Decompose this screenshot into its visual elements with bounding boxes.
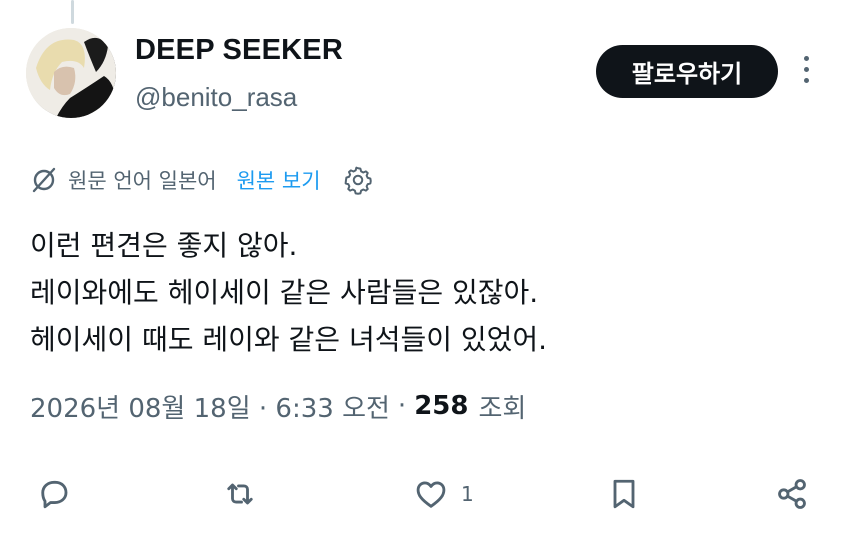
more-vertical-icon[interactable] — [796, 56, 816, 90]
action-bar: 1 — [0, 466, 850, 522]
reply-icon — [41, 480, 68, 509]
timestamp[interactable]: 2026년 08월 18일 · 6:33 오전 — [30, 388, 390, 425]
share-button[interactable] — [774, 466, 810, 522]
translate-slash-icon — [32, 167, 56, 193]
translation-info: 원문 언어 일본어 — [68, 169, 217, 193]
tweet-line: 이런 편견은 좋지 않아. — [30, 229, 298, 262]
views-count: 258 — [414, 391, 469, 421]
follow-button[interactable]: 팔로우하기 — [596, 45, 778, 98]
translation-row: 원문 언어 일본어 원본 보기 — [30, 162, 373, 198]
like-count: 1 — [461, 482, 474, 506]
tweet-line: 헤이세이 때도 레이와 같은 녀석들이 있었어. — [30, 323, 548, 356]
retweet-button[interactable] — [222, 466, 258, 522]
author-display-name[interactable]: DEEP SEEKER — [135, 34, 343, 67]
view-original-link[interactable]: 원본 보기 — [237, 165, 321, 195]
meta-separator: · — [397, 391, 407, 421]
views-label: 조회 — [478, 393, 527, 424]
tweet-meta: 2026년 08월 18일 · 6:33 오전 · 258 조회 — [30, 386, 526, 426]
tweet-text: 이런 편견은 좋지 않아. 레이와에도 헤이세이 같은 사람들은 있잖아. 헤이… — [30, 222, 547, 363]
avatar[interactable] — [26, 28, 116, 118]
retweet-icon — [227, 483, 253, 505]
bookmark-icon — [613, 479, 635, 509]
like-button[interactable]: 1 — [413, 466, 474, 522]
author-handle[interactable]: @benito_rasa — [135, 82, 297, 113]
heart-icon — [416, 481, 446, 508]
thread-connector-line — [71, 0, 74, 24]
avatar-image — [26, 28, 116, 118]
reply-button[interactable] — [36, 466, 72, 522]
share-icon — [778, 479, 806, 509]
gear-icon[interactable] — [343, 165, 373, 195]
tweet-line: 레이와에도 헤이세이 같은 사람들은 있잖아. — [30, 276, 539, 309]
bookmark-button[interactable] — [606, 466, 642, 522]
